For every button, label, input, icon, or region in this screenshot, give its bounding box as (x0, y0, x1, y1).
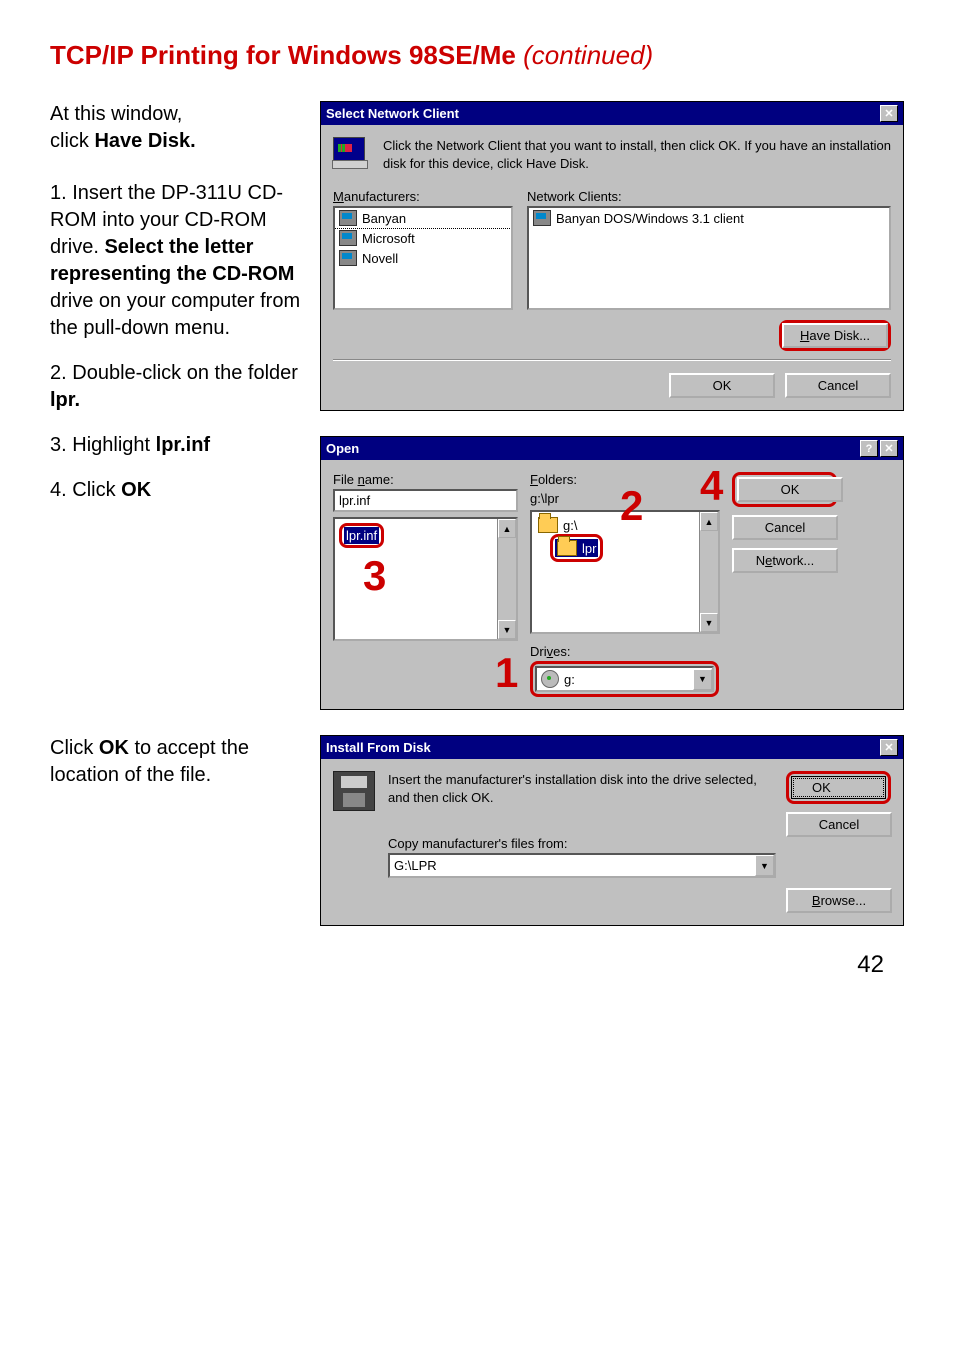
network-icon (339, 230, 357, 246)
network-icon (339, 250, 357, 266)
copy-from-select[interactable]: G:\LPR ▼ (388, 853, 776, 878)
step-3: 3. Highlight lpr.inf (50, 432, 305, 459)
file-item-lpr-inf[interactable]: lpr.inf (344, 527, 379, 544)
folder-open-icon (557, 540, 577, 556)
drives-select[interactable]: g: ▼ (535, 666, 714, 692)
step-1: 1. Insert the DP-311U CD-ROM into your C… (50, 180, 305, 342)
network-clients-list[interactable]: Banyan DOS/Windows 3.1 client (527, 206, 891, 310)
callout-3: 3 (363, 552, 386, 600)
scrollbar[interactable]: ▲ ▼ (699, 512, 718, 632)
folder-item-lpr[interactable]: lpr (555, 539, 598, 557)
install-from-disk-dialog: Install From Disk ✕ Insert the manufactu… (320, 735, 904, 926)
network-client-icon (333, 137, 373, 175)
open-dialog: Open ? ✕ File name: lpr.inf (320, 436, 904, 710)
file-name-input[interactable]: lpr.inf (333, 489, 518, 512)
list-item[interactable]: Novell (335, 248, 511, 268)
ok-button[interactable]: OK (737, 477, 843, 502)
chevron-down-icon[interactable]: ▼ (693, 669, 712, 690)
chevron-down-icon[interactable]: ▼ (755, 855, 774, 876)
callout-2: 2 (620, 482, 643, 530)
help-icon[interactable]: ? (860, 440, 878, 457)
callout-1: 1 (495, 649, 518, 697)
close-icon[interactable]: ✕ (880, 739, 898, 756)
drives-highlight: g: ▼ (530, 661, 719, 697)
network-button[interactable]: Network... (732, 548, 838, 573)
have-disk-highlight: Have Disk... (779, 320, 891, 351)
cancel-button[interactable]: Cancel (786, 812, 892, 837)
network-icon (533, 210, 551, 226)
network-icon (339, 210, 357, 226)
cancel-button[interactable]: Cancel (732, 515, 838, 540)
list-item[interactable]: Banyan (335, 208, 511, 228)
page-title: TCP/IP Printing for Windows 98SE/Me (con… (50, 40, 904, 71)
ok-highlight: OK (732, 472, 837, 507)
network-clients-label: Network Clients: (527, 189, 891, 204)
file-list[interactable]: lpr.inf ▲ ▼ (333, 517, 518, 641)
manufacturers-list[interactable]: Banyan Microsoft Novell (333, 206, 513, 310)
scroll-up-icon[interactable]: ▲ (498, 519, 516, 538)
have-disk-button[interactable]: Have Disk... (782, 323, 888, 348)
instr2-text: Click OK to accept the location of the f… (50, 735, 305, 789)
scroll-down-icon[interactable]: ▼ (498, 620, 516, 639)
copy-from-label: Copy manufacturer's files from: (388, 836, 776, 851)
scroll-up-icon[interactable]: ▲ (700, 512, 718, 531)
browse-button[interactable]: Browse... (786, 888, 892, 913)
file-highlight: lpr.inf (339, 523, 384, 548)
close-icon[interactable]: ✕ (880, 440, 898, 457)
title-main: TCP/IP Printing for Windows 98SE/Me (50, 40, 516, 70)
ok-button[interactable]: OK (669, 373, 775, 398)
scroll-down-icon[interactable]: ▼ (700, 613, 718, 632)
page-number: 42 (50, 951, 904, 979)
list-item[interactable]: Banyan DOS/Windows 3.1 client (529, 208, 889, 228)
step-4: 4. Click OK (50, 477, 305, 504)
select-network-client-dialog: Select Network Client ✕ Click the Networ… (320, 101, 904, 411)
manufacturers-label: Manufacturers: (333, 189, 513, 204)
dialog3-text: Insert the manufacturer's installation d… (388, 771, 776, 806)
dialog2-title: Open (326, 441, 359, 456)
folder-item-root[interactable]: g:\ (536, 516, 695, 534)
callout-4: 4 (700, 462, 723, 510)
instr1-text: At this window, click Have Disk. (50, 101, 305, 155)
floppy-icon (333, 771, 375, 811)
drives-label: Drives: (530, 644, 720, 659)
scrollbar[interactable]: ▲ ▼ (497, 519, 516, 639)
cd-drive-icon (541, 670, 559, 688)
dialog1-title: Select Network Client (326, 106, 459, 121)
file-name-label: File name: (333, 472, 518, 487)
step-2: 2. Double-click on the folder lpr. (50, 360, 305, 414)
folder-highlight: lpr (550, 534, 603, 562)
ok-button-default[interactable]: OK (791, 776, 886, 799)
dialog3-title: Install From Disk (326, 740, 431, 755)
ok-highlight: OK (786, 771, 891, 804)
title-continued: (continued) (516, 40, 653, 70)
dialog1-text: Click the Network Client that you want t… (383, 137, 891, 172)
folder-open-icon (538, 517, 558, 533)
list-item[interactable]: Microsoft (335, 228, 511, 248)
cancel-button[interactable]: Cancel (785, 373, 891, 398)
close-icon[interactable]: ✕ (880, 105, 898, 122)
